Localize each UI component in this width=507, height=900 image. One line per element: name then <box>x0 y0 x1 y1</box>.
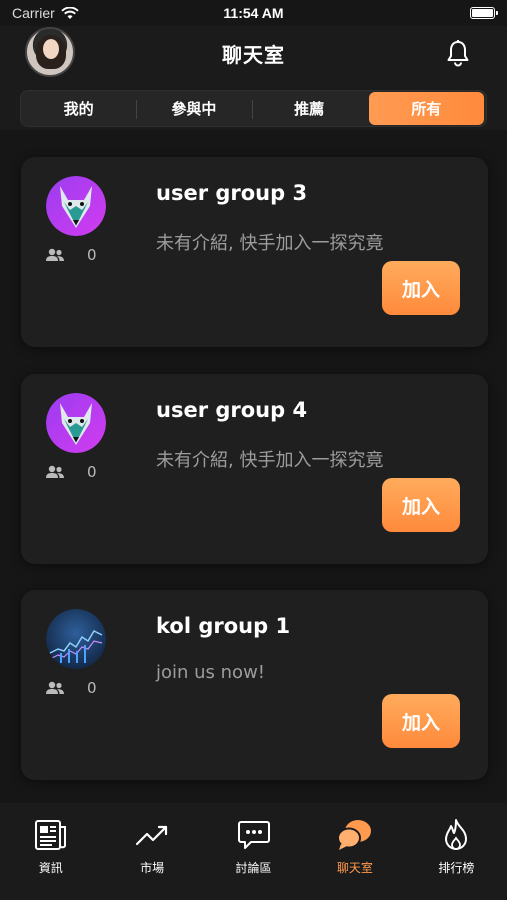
nav-ranking[interactable]: 排行榜 <box>406 817 507 900</box>
users-icon <box>46 248 64 261</box>
join-button[interactable]: 加入 <box>382 478 460 532</box>
nav-label: 資訊 <box>38 861 63 875</box>
page-title: 聊天室 <box>222 42 285 67</box>
group-name: user group 4 <box>156 398 308 422</box>
tab-mine[interactable]: 我的 <box>21 91 136 126</box>
tab-joined[interactable]: 參與中 <box>136 91 251 126</box>
group-name: user group 3 <box>156 181 308 205</box>
group-card[interactable]: 0 user group 3 未有介紹, 快手加入一探究竟 加入 <box>21 157 488 347</box>
battery-icon <box>470 7 498 19</box>
chat-room-icon <box>336 817 373 853</box>
clock: 11:54 AM <box>223 5 284 21</box>
chart-avatar-icon <box>46 609 106 669</box>
newspaper-icon <box>33 817 69 853</box>
member-count: 0 <box>45 246 97 264</box>
tab-bar-wrapper: 我的 參與中 推薦 所有 <box>0 80 507 130</box>
nav-news[interactable]: 資訊 <box>0 817 101 900</box>
wolf-avatar-icon <box>46 176 106 236</box>
nav-market[interactable]: 市場 <box>101 817 202 900</box>
nav-label: 討論區 <box>235 861 272 875</box>
nav-label: 市場 <box>140 861 165 875</box>
member-count-value: 0 <box>87 246 97 264</box>
header: 聊天室 <box>0 26 507 80</box>
segmented-tabs: 我的 參與中 推薦 所有 <box>20 90 487 127</box>
users-icon <box>46 465 64 478</box>
nav-label: 排行榜 <box>438 861 475 875</box>
join-button[interactable]: 加入 <box>382 261 460 315</box>
group-description: 未有介紹, 快手加入一探究竟 <box>156 233 384 254</box>
group-name: kol group 1 <box>156 614 291 638</box>
trend-icon <box>134 817 170 853</box>
bell-icon[interactable] <box>445 39 471 67</box>
tab-all[interactable]: 所有 <box>368 92 484 125</box>
status-bar: Carrier 11:54 AM <box>0 0 507 26</box>
member-count: 0 <box>45 463 97 481</box>
tab-recommended[interactable]: 推薦 <box>251 91 367 126</box>
join-button[interactable]: 加入 <box>382 694 460 748</box>
nav-forum[interactable]: 討論區 <box>203 817 304 900</box>
member-count-value: 0 <box>87 679 97 697</box>
nav-chatroom[interactable]: 聊天室 <box>304 817 405 900</box>
group-description: 未有介紹, 快手加入一探究竟 <box>156 450 384 471</box>
member-count-value: 0 <box>87 463 97 481</box>
nav-label: 聊天室 <box>336 861 373 875</box>
wolf-avatar-icon <box>46 393 106 453</box>
group-description: join us now! <box>156 662 266 683</box>
wifi-icon <box>61 6 79 19</box>
chat-bubble-icon <box>236 817 272 853</box>
user-avatar[interactable] <box>25 27 75 77</box>
battery-area <box>375 7 498 19</box>
group-card[interactable]: 0 kol group 1 join us now! 加入 <box>21 590 488 780</box>
member-count: 0 <box>45 679 97 697</box>
group-card[interactable]: 0 user group 4 未有介紹, 快手加入一探究竟 加入 <box>21 374 488 564</box>
flame-icon <box>438 817 474 853</box>
carrier-info: Carrier <box>12 5 132 21</box>
users-icon <box>46 681 64 694</box>
carrier-label: Carrier <box>12 5 55 21</box>
bottom-nav: 資訊 市場 討論區 聊天室 排行榜 <box>0 803 507 900</box>
